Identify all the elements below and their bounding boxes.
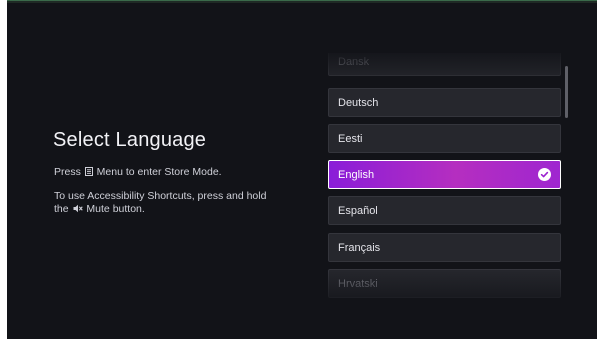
language-label: Eesti (338, 133, 363, 145)
language-option-deutsch[interactable]: Deutsch (328, 88, 561, 117)
language-option-dansk[interactable]: Dansk (328, 53, 561, 76)
list-scrollbar[interactable] (565, 66, 568, 118)
language-option-francais[interactable]: Français (328, 233, 561, 262)
language-setup-screen: Select Language Press Menu to enter Stor… (7, 3, 597, 339)
mute-icon (73, 204, 83, 217)
store-hint-text-before: Press (54, 166, 84, 178)
check-circle-icon (538, 168, 551, 181)
accessibility-hint-text-before: the (54, 203, 72, 215)
language-label: Hrvatski (338, 278, 378, 290)
accessibility-hint-text-after: Mute button. (83, 203, 145, 215)
menu-icon (84, 167, 93, 180)
language-label: Español (338, 205, 378, 217)
language-option-english[interactable]: English (328, 160, 561, 189)
accessibility-hint: To use Accessibility Shortcuts, press an… (54, 190, 266, 217)
store-hint-text-after: Menu to enter Store Mode. (93, 166, 222, 178)
store-mode-hint: Press Menu to enter Store Mode. (54, 166, 222, 180)
page-title: Select Language (53, 129, 207, 151)
language-option-eesti[interactable]: Eesti (328, 124, 561, 153)
language-label: Français (338, 242, 381, 254)
language-list[interactable]: Dansk Deutsch Eesti English Español Fran… (328, 53, 561, 309)
accessibility-hint-line1: To use Accessibility Shortcuts, press an… (54, 190, 267, 202)
language-label: Dansk (338, 56, 370, 68)
language-option-hrvatski[interactable]: Hrvatski (328, 269, 561, 298)
language-label: English (338, 169, 375, 181)
language-option-espanol[interactable]: Español (328, 196, 561, 225)
language-label: Deutsch (338, 97, 379, 109)
